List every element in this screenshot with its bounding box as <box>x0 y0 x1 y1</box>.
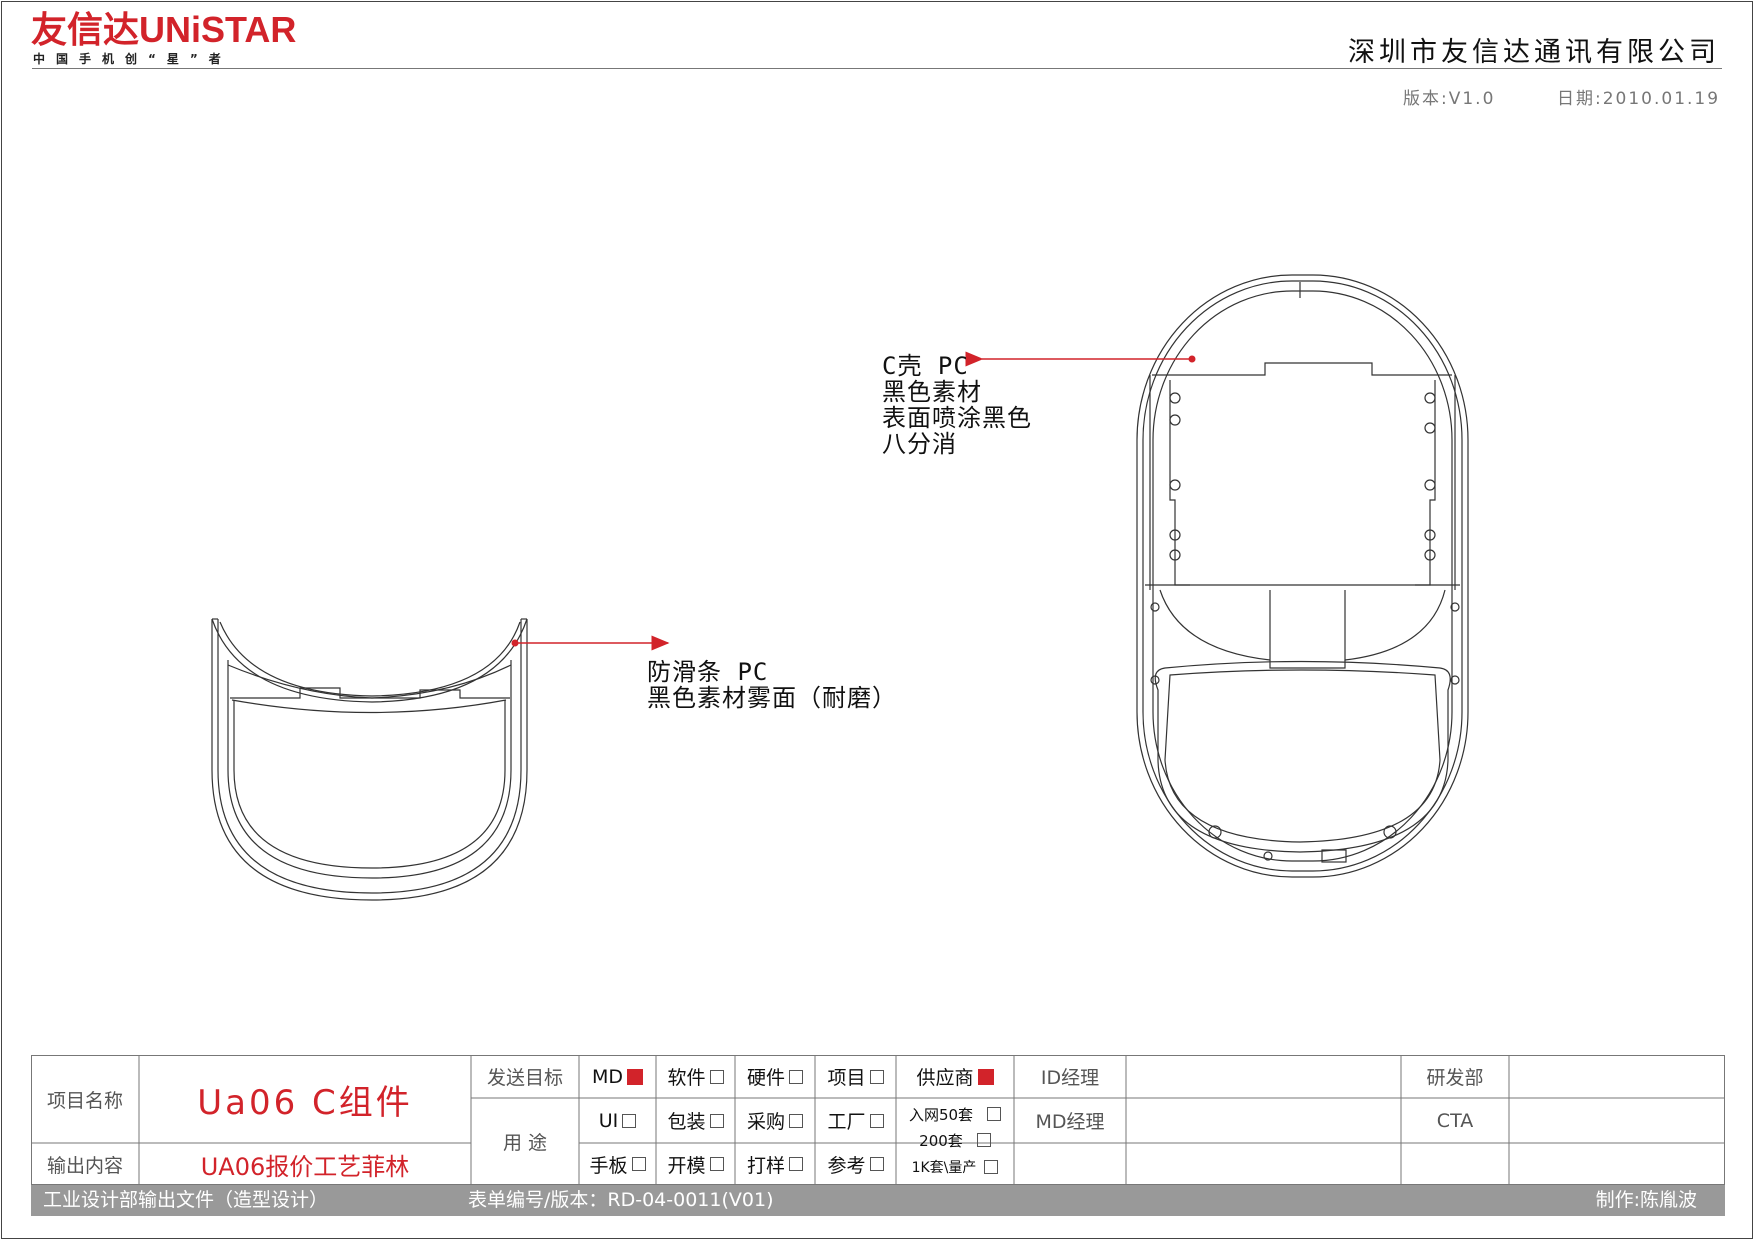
check-label: 硬件 <box>746 1067 785 1089</box>
qty-label: 入网50套 <box>908 1105 974 1124</box>
qty-net50[interactable]: 入网50套 <box>896 1101 1014 1127</box>
anti-slip-strip-drawing <box>211 618 528 901</box>
check-label: 工厂 <box>827 1111 866 1133</box>
rd-dept-label: 研发部 <box>1426 1067 1484 1089</box>
checkbox[interactable] <box>789 1069 803 1084</box>
cta-label: CTA <box>1436 1109 1474 1132</box>
callout-line: 表面喷涂黑色 <box>882 404 1032 432</box>
check-hardware[interactable]: 硬件 <box>735 1055 815 1098</box>
send-target-label: 发送目标 <box>486 1067 563 1089</box>
check-label: 包装 <box>667 1111 706 1133</box>
checkbox[interactable] <box>869 1069 884 1084</box>
qty-200[interactable]: 200套 <box>896 1127 1014 1153</box>
checkbox[interactable] <box>709 1069 724 1084</box>
check-label: 手板 <box>589 1154 628 1177</box>
check-purchase[interactable]: 采购 <box>735 1098 815 1143</box>
qty-1k[interactable]: 1K套\量产 <box>896 1153 1014 1181</box>
qty-label: 1K套\量产 <box>911 1160 977 1176</box>
checkbox[interactable] <box>789 1157 803 1171</box>
check-mold[interactable]: 开模 <box>656 1143 735 1185</box>
callout-line: C壳 PC <box>882 352 969 380</box>
check-label: 打样 <box>746 1154 785 1177</box>
output-value: UA06报价工艺菲林 <box>200 1152 410 1181</box>
check-label: MD <box>591 1065 624 1088</box>
check-label: 开模 <box>667 1154 706 1177</box>
dept-output-text: 工业设计部输出文件（造型设计） <box>43 1189 329 1211</box>
callout-line: 黑色素材 <box>882 378 982 406</box>
check-label: 软件 <box>667 1067 706 1089</box>
project-name-label: 项目名称 <box>46 1089 123 1112</box>
output-label: 输出内容 <box>46 1154 123 1177</box>
checkbox[interactable] <box>622 1113 637 1128</box>
check-project[interactable]: 项目 <box>815 1055 896 1098</box>
usage-label: 用 途 <box>502 1132 548 1154</box>
c-shell-drawing <box>1136 274 1469 878</box>
callout-line: 黑色素材雾面（耐磨） <box>647 684 897 712</box>
check-label: 参考 <box>827 1154 866 1177</box>
checkbox-checked[interactable] <box>627 1068 644 1085</box>
checkbox[interactable] <box>709 1113 724 1128</box>
check-label: 供应商 <box>916 1067 974 1089</box>
footer-bar: 工业设计部输出文件（造型设计） 表单编号/版本：RD-04-0011(V01) … <box>31 1185 1725 1216</box>
check-reference[interactable]: 参考 <box>815 1143 896 1185</box>
checkbox[interactable] <box>987 1107 1002 1121</box>
callout-line: 八分消 <box>882 430 957 458</box>
id-manager-label: ID经理 <box>1040 1067 1100 1089</box>
check-label: 项目 <box>827 1067 866 1089</box>
check-software[interactable]: 软件 <box>656 1055 735 1098</box>
check-factory[interactable]: 工厂 <box>815 1098 896 1143</box>
checkbox[interactable] <box>709 1157 724 1171</box>
checkbox[interactable] <box>976 1133 991 1147</box>
checkbox[interactable] <box>631 1157 646 1171</box>
checkbox[interactable] <box>789 1113 803 1128</box>
check-proof[interactable]: 打样 <box>735 1143 815 1185</box>
anti-slip-callout: 防滑条 PC 黑色素材雾面（耐磨） <box>647 659 897 711</box>
form-number-text: 表单编号/版本：RD-04-0011(V01) <box>468 1189 774 1211</box>
check-packaging[interactable]: 包装 <box>656 1098 735 1143</box>
check-hand-sample[interactable]: 手板 <box>579 1143 656 1185</box>
checkbox[interactable] <box>869 1157 884 1171</box>
checkbox-checked[interactable] <box>977 1068 994 1085</box>
checkbox[interactable] <box>984 1160 999 1174</box>
author-text: 制作:陈胤波 <box>1595 1189 1697 1211</box>
check-label: UI <box>598 1109 619 1132</box>
title-block: 项目名称 Ua06 C组件 输出内容 UA06报价工艺菲林 发送目标 用 途 M… <box>31 1055 1725 1185</box>
md-manager-label: MD经理 <box>1035 1111 1105 1133</box>
project-name-value: Ua06 C组件 <box>197 1082 413 1123</box>
checkbox[interactable] <box>869 1113 884 1128</box>
qty-label: 200套 <box>919 1131 963 1150</box>
callout-line: 防滑条 PC <box>647 658 769 686</box>
c-shell-callout: C壳 PC 黑色素材 表面喷涂黑色 八分消 <box>882 353 1032 457</box>
check-label: 采购 <box>746 1111 785 1133</box>
check-supplier[interactable]: 供应商 <box>896 1055 1014 1098</box>
check-ui[interactable]: UI <box>579 1098 656 1143</box>
check-md[interactable]: MD <box>579 1055 656 1098</box>
